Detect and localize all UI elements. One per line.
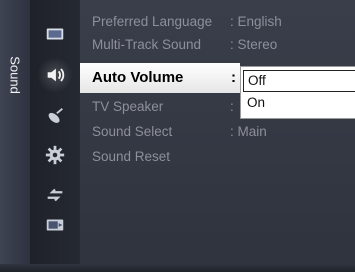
- setup-icon[interactable]: [43, 143, 67, 167]
- dropdown-option-off[interactable]: Off: [243, 70, 355, 92]
- menu-item-value: : Stereo: [230, 37, 278, 52]
- section-label: Sound: [7, 56, 23, 94]
- menu-item-value: : Main: [230, 124, 267, 139]
- menu-item-label: Preferred Language: [92, 14, 213, 29]
- menu-item-label: Sound Select: [92, 124, 173, 139]
- tv-osd-menu: Sound Preferred Language : English Multi…: [0, 0, 355, 272]
- input-icon[interactable]: [43, 183, 67, 207]
- sound-icon[interactable]: [37, 57, 73, 93]
- menu-item-label: TV Speaker: [92, 99, 164, 114]
- section-tab: Sound: [0, 0, 30, 272]
- category-icon-strip: [30, 0, 80, 272]
- dropdown-option-label: Off: [248, 73, 266, 88]
- dropdown-option-label: On: [247, 95, 266, 110]
- menu-item-label-active: Auto Volume: [92, 69, 184, 86]
- picture-icon[interactable]: [43, 22, 67, 46]
- dropdown-option-on[interactable]: On: [243, 93, 355, 113]
- auto-volume-dropdown: Off On: [240, 66, 355, 119]
- menu-item-value: :: [230, 99, 234, 114]
- application-icon[interactable]: [43, 213, 67, 237]
- menu-item-value-separator: :: [231, 69, 236, 86]
- bottom-bar: [0, 264, 355, 272]
- channel-icon[interactable]: [43, 105, 67, 129]
- menu-item-label: Sound Reset: [92, 149, 171, 164]
- menu-item-value: : English: [230, 14, 282, 29]
- menu-item-label: Multi-Track Sound: [92, 37, 202, 52]
